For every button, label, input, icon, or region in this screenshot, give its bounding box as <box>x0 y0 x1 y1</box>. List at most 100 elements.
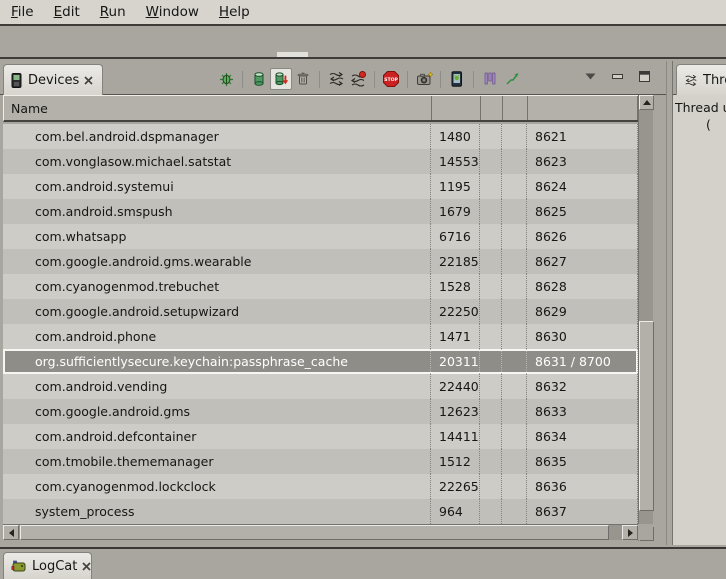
cell-name: com.google.android.gms <box>3 399 431 424</box>
devices-toolbar: STOP <box>215 66 523 92</box>
menu-item-edit[interactable]: Edit <box>45 1 91 23</box>
scrollbar-corner <box>638 524 653 540</box>
view-menu-icon[interactable] <box>582 68 599 85</box>
toolbar-separator <box>407 71 408 88</box>
close-icon[interactable] <box>82 562 91 571</box>
stop-process-icon[interactable]: STOP <box>380 68 402 90</box>
threads-message-line2: ( <box>675 116 726 133</box>
cell-name: org.sufficientlysecure.keychain:passphra… <box>3 349 431 374</box>
cell-empty1 <box>480 424 502 449</box>
table-row[interactable]: com.vonglasow.michael.satstat145538623 <box>3 149 638 174</box>
horizontal-scrollbar[interactable] <box>3 524 638 540</box>
vertical-scrollbar-thumb[interactable] <box>639 321 654 511</box>
cell-empty1 <box>480 449 502 474</box>
cell-empty2 <box>502 299 527 324</box>
cell-name: com.google.android.setupwizard <box>3 299 431 324</box>
cell-empty2 <box>502 324 527 349</box>
logcat-strip: LogCat <box>0 547 726 577</box>
maximize-icon[interactable] <box>636 68 653 85</box>
table-row[interactable]: com.android.phone14718630 <box>3 324 638 349</box>
cell-empty1 <box>480 299 502 324</box>
cell-pid: 14411 <box>431 424 480 449</box>
table-row[interactable]: com.cyanogenmod.trebuchet1528 8628 <box>3 274 638 299</box>
menu-item-help[interactable]: Help <box>210 1 261 23</box>
toolbar-separator <box>473 71 474 88</box>
arrow-left-icon <box>9 529 14 537</box>
table-row[interactable]: com.whatsapp67168626 <box>3 224 638 249</box>
cell-name: com.android.smspush <box>3 199 431 224</box>
cell-empty1 <box>480 199 502 224</box>
cell-name: com.android.vending <box>3 374 431 399</box>
cell-pid: 22250 <box>431 299 480 324</box>
table-row[interactable]: system_process9648637 <box>3 499 638 524</box>
tab-devices[interactable]: Devices <box>3 64 103 95</box>
threads-tab-row: Threa <box>673 61 726 95</box>
cell-name: com.cyanogenmod.trebuchet <box>3 274 431 299</box>
svg-text:STOP: STOP <box>384 77 398 83</box>
scroll-up-button[interactable] <box>639 95 654 110</box>
menu-item-file[interactable]: File <box>2 1 45 23</box>
table-row[interactable]: com.google.android.gms.wearable221858627 <box>3 249 638 274</box>
table-row[interactable]: com.android.smspush16798625 <box>3 199 638 224</box>
cell-pid: 1512 <box>431 449 480 474</box>
cell-empty1 <box>480 149 502 174</box>
horizontal-scrollbar-thumb[interactable] <box>20 525 609 540</box>
cell-empty2 <box>502 374 527 399</box>
table-row[interactable]: com.google.android.setupwizard222508629 <box>3 299 638 324</box>
table-row[interactable]: com.bel.android.dspmanager14808621 <box>3 124 638 149</box>
column-header-col2[interactable] <box>481 96 503 120</box>
cell-pid: 22440 <box>431 374 480 399</box>
scroll-right-button[interactable] <box>622 525 638 540</box>
minimize-icon[interactable] <box>609 68 626 85</box>
toolbar-separator <box>242 71 243 88</box>
opengl-trace-icon[interactable] <box>501 68 523 90</box>
logcat-icon <box>11 559 27 573</box>
cell-pid: 22265 <box>431 474 480 499</box>
cause-gc-icon[interactable] <box>292 68 314 90</box>
column-header-name[interactable]: Name <box>4 96 432 120</box>
scroll-left-button[interactable] <box>3 525 19 540</box>
cell-port: 8635 <box>527 449 638 474</box>
tab-threads[interactable]: Threa <box>676 64 726 95</box>
table-row[interactable]: com.google.android.gms126238633 <box>3 399 638 424</box>
screen-capture-icon[interactable] <box>413 68 435 90</box>
cell-empty1 <box>480 224 502 249</box>
menu-item-window[interactable]: Window <box>137 1 210 23</box>
devices-tab-row: Devices <box>0 61 666 95</box>
table-row[interactable]: com.android.vending224408632 <box>3 374 638 399</box>
cell-port: 8628 <box>527 274 638 299</box>
cell-empty1 <box>480 474 502 499</box>
cell-pid: 12623 <box>431 399 480 424</box>
menu-item-run[interactable]: Run <box>91 1 137 23</box>
toolbar-drag-handle[interactable] <box>277 52 308 57</box>
threads-icon <box>684 74 698 87</box>
cell-empty2 <box>502 449 527 474</box>
vertical-scrollbar[interactable] <box>638 95 653 541</box>
pane-resize-sash[interactable] <box>666 61 673 545</box>
table-row[interactable]: com.android.systemui11958624 <box>3 174 638 199</box>
threads-message-line1: Thread up <box>675 99 726 116</box>
column-header-col1[interactable] <box>432 96 481 120</box>
table-row[interactable]: org.sufficientlysecure.keychain:passphra… <box>3 349 638 374</box>
toolbar-separator <box>440 71 441 88</box>
table-row[interactable]: com.tmobile.thememanager15128635 <box>3 449 638 474</box>
update-threads-icon[interactable] <box>325 68 347 90</box>
cell-name: com.android.systemui <box>3 174 431 199</box>
cell-empty1 <box>480 249 502 274</box>
ddms-window: FileEditRunWindowHelp Devices <box>0 0 726 577</box>
systrace-icon[interactable] <box>479 68 501 90</box>
cell-empty1 <box>480 124 502 149</box>
table-row[interactable]: com.cyanogenmod.lockclock222658636 <box>3 474 638 499</box>
column-header-col3[interactable] <box>503 96 528 120</box>
dump-hprof-icon[interactable] <box>270 68 292 90</box>
update-heap-icon[interactable] <box>248 68 270 90</box>
column-header-col4[interactable] <box>528 96 638 120</box>
cell-empty1 <box>480 349 502 374</box>
tab-logcat[interactable]: LogCat <box>3 552 92 579</box>
table-row[interactable]: com.android.defcontainer144118634 <box>3 424 638 449</box>
method-profiling-icon[interactable] <box>347 68 369 90</box>
view-hierarchy-icon[interactable] <box>446 68 468 90</box>
cell-pid: 1528 <box>431 274 480 299</box>
debug-icon[interactable] <box>215 68 237 90</box>
close-icon[interactable] <box>84 76 93 85</box>
